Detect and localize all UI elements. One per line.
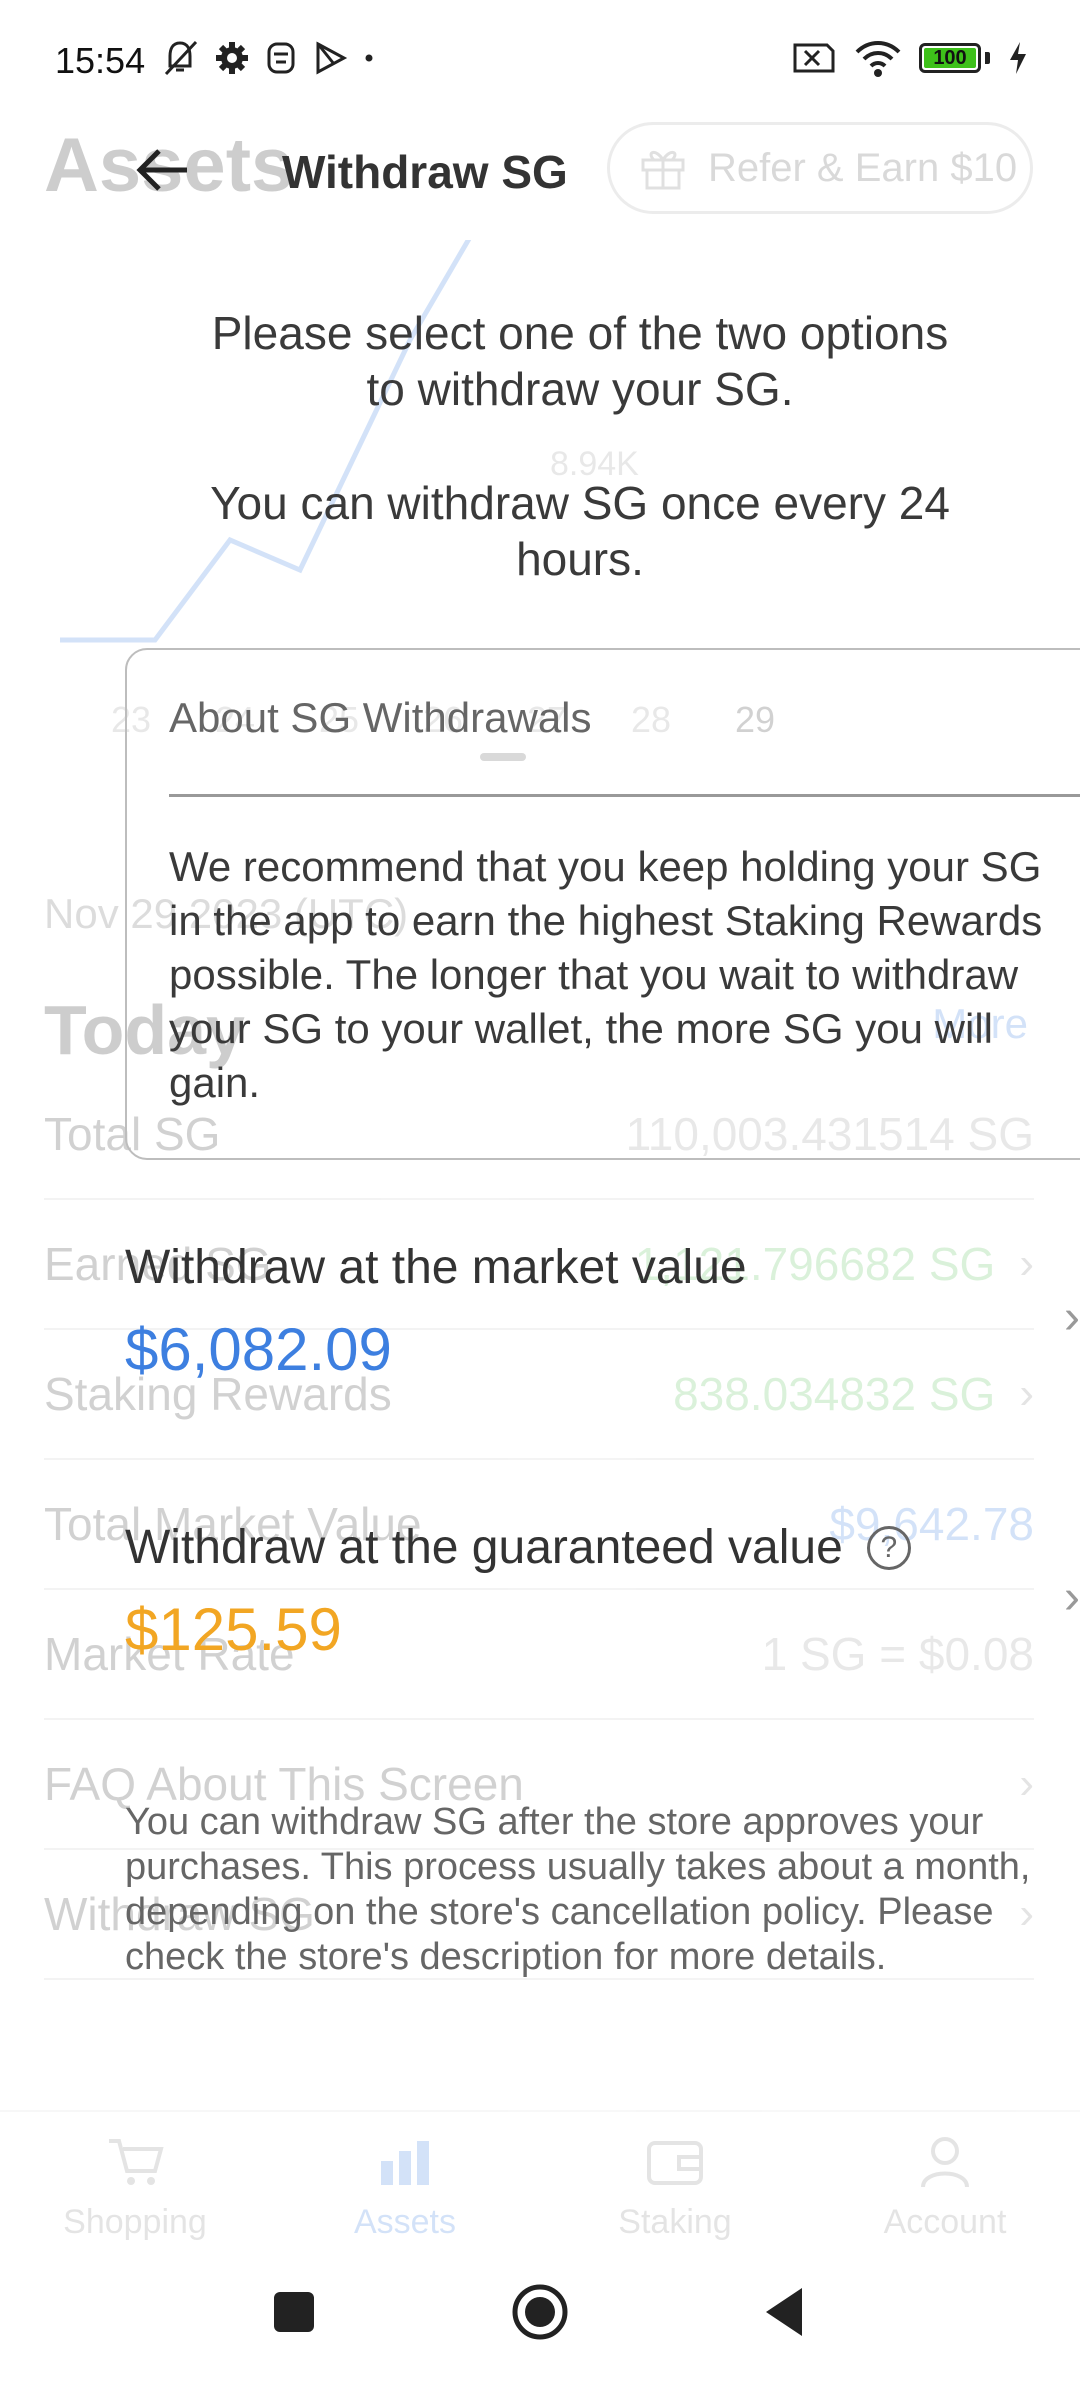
nav-assets[interactable]: Assets: [295, 2112, 515, 2262]
play-store-icon: [316, 41, 348, 75]
about-title: About SG Withdrawals: [169, 694, 592, 741]
battery-level: 100: [933, 46, 967, 69]
refer-earn-label: Refer & Earn $10: [708, 145, 1018, 190]
charging-icon: [1010, 42, 1026, 74]
bottom-navigation: Shopping Assets Staking Account: [0, 2110, 1080, 2262]
status-right-icons: 100: [791, 38, 1030, 78]
battery-tip: [985, 52, 990, 64]
status-left-icons: [160, 38, 376, 78]
recents-button[interactable]: [272, 2290, 316, 2334]
nav-shopping[interactable]: Shopping: [25, 2112, 245, 2262]
nav-label: Account: [883, 2202, 1007, 2241]
chevron-right-icon: ›: [1064, 1571, 1080, 1624]
market-value-amount: $6,082.09: [125, 1316, 392, 1383]
system-navigation-bar: [0, 2260, 1080, 2400]
divider: [169, 794, 1080, 797]
intro-text: Please select one of the two options to …: [140, 305, 1020, 417]
help-icon[interactable]: ?: [866, 1525, 911, 1570]
intro-line: to withdraw your SG.: [366, 363, 794, 415]
sim-off-icon: [793, 43, 835, 73]
page-title: Withdraw SG: [282, 146, 568, 198]
nav-label: Staking: [618, 2202, 732, 2241]
status-time: 15:54: [55, 40, 146, 81]
bar-chart-icon: [381, 2140, 429, 2185]
nav-label: Shopping: [63, 2202, 207, 2241]
frequency-line: You can withdraw SG once every 24: [210, 477, 950, 529]
nav-account[interactable]: Account: [835, 2112, 1055, 2262]
about-body: We recommend that you keep holding your …: [169, 843, 1043, 1106]
battery-icon: 100: [919, 43, 981, 73]
wallet-icon: [647, 2140, 703, 2185]
market-value-label: Withdraw at the market value: [125, 1241, 747, 1294]
chevron-right-icon: ›: [1064, 1291, 1080, 1344]
nav-label: Assets: [353, 2202, 457, 2241]
wifi-icon: [855, 41, 901, 77]
withdraw-frequency-text: You can withdraw SG once every 24 hours.: [140, 475, 1020, 587]
back-system-button[interactable]: [762, 2286, 806, 2338]
app-notification-icon: [267, 42, 295, 74]
gear-icon: [216, 42, 248, 74]
guaranteed-value-amount: $125.59: [125, 1596, 342, 1663]
nav-staking[interactable]: Staking: [565, 2112, 785, 2262]
intro-line: Please select one of the two options: [211, 307, 949, 359]
guaranteed-value-label: Withdraw at the guaranteed value: [125, 1521, 843, 1574]
market-value-option[interactable]: Withdraw at the market value › $6,082.09: [0, 1220, 1080, 1400]
arrow-left-icon: [136, 149, 187, 191]
dot-icon: [365, 54, 373, 62]
gift-icon: [641, 151, 685, 190]
status-bar: 15:54 100: [0, 0, 1080, 120]
home-button[interactable]: [510, 2282, 570, 2342]
guaranteed-value-label-row: Withdraw at the guaranteed value ?: [125, 1520, 911, 1575]
frequency-line: hours.: [516, 533, 644, 585]
about-withdrawals-card: About SG Withdrawals We recommend that y…: [125, 648, 1080, 1160]
cart-icon: [109, 2138, 164, 2185]
bell-off-icon: [164, 40, 198, 76]
refer-earn-button[interactable]: Refer & Earn $10: [607, 122, 1033, 214]
guaranteed-value-note: You can withdraw SG after the store appr…: [125, 1801, 1031, 1978]
guaranteed-value-option[interactable]: Withdraw at the guaranteed value ? › $12…: [0, 1500, 1080, 1680]
person-icon: [921, 2136, 969, 2187]
back-button[interactable]: [128, 135, 198, 205]
